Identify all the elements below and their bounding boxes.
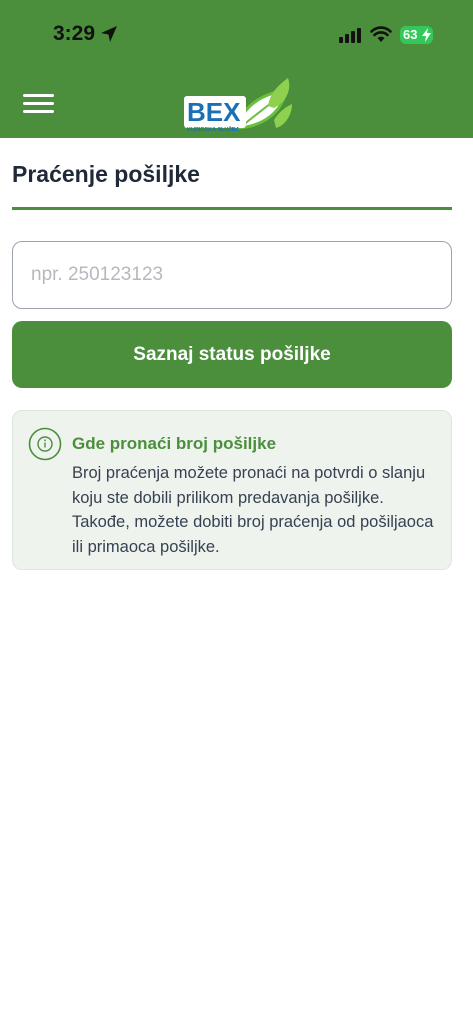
status-bar: 3:29 63 (0, 0, 473, 70)
status-time: 3:29 (53, 22, 96, 45)
app-header: 3:29 63 BEX KURIRSKA SLUŽBA (0, 0, 473, 138)
battery-charging-icon: 63 (400, 26, 433, 44)
hamburger-menu-icon[interactable] (23, 94, 54, 118)
svg-text:KURIRSKA SLUŽBA: KURIRSKA SLUŽBA (187, 125, 240, 133)
bolt-icon (422, 28, 431, 42)
battery-level: 63 (403, 27, 418, 42)
info-title: Gde pronaći broj pošiljke (72, 434, 277, 453)
title-divider (12, 207, 452, 210)
signal-icon (339, 28, 361, 43)
tracking-number-input[interactable] (12, 241, 452, 309)
svg-text:BEX: BEX (187, 97, 241, 127)
page-title: Praćenje pošiljke (12, 161, 200, 187)
bex-logo: BEX KURIRSKA SLUŽBA (184, 78, 292, 133)
info-circle-icon (28, 427, 62, 461)
info-box: Gde pronaći broj pošiljke Broj praćenja … (12, 410, 452, 570)
location-arrow-icon (101, 26, 117, 42)
check-status-button[interactable]: Saznaj status pošiljke (12, 321, 452, 388)
info-text: Broj praćenja možete pronaći na potvrdi … (72, 464, 434, 556)
wifi-icon (370, 26, 392, 42)
